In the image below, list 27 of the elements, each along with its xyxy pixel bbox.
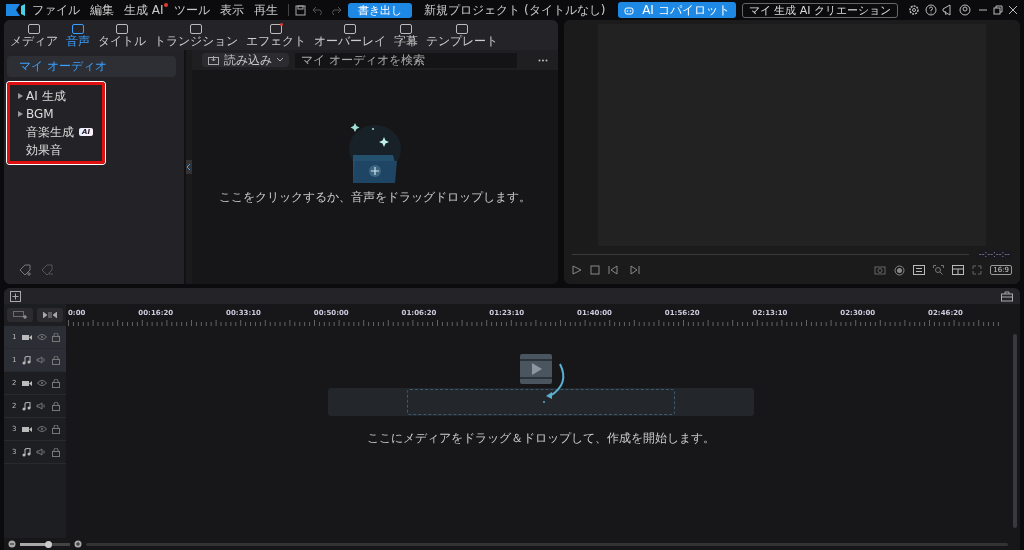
library-tab[interactable]: オーバーレイ [312,22,388,48]
library-tab[interactable]: 音声 [64,22,92,48]
menu-item[interactable]: 編集 [90,1,118,19]
menu-item[interactable]: 再生 [253,1,282,19]
creations-button[interactable]: マイ 生成 AI クリエーション [741,2,898,18]
library-tab[interactable]: エフェクト [244,22,308,48]
menu-item[interactable]: ファイル [32,1,84,19]
import-button[interactable]: 読み込み [202,53,289,67]
sidebar-item[interactable]: マイ オーディオ [7,56,176,77]
drop-hint: ここをクリックするか、音声をドラッグドロップします。 [219,188,531,206]
library-tab[interactable]: トランジション [152,22,240,48]
library-tab[interactable]: テンプレート [424,22,500,48]
sidebar-item[interactable]: 効果音 [10,141,102,159]
window-title: 新規プロジェクト (タイトルなし) [424,1,606,19]
sidebar-item[interactable]: BGM [10,105,102,123]
library-tab[interactable]: タイトル [96,22,148,48]
timecode: --:--:--:-- [976,249,1012,259]
export-button[interactable]: 書き出し [347,2,412,18]
search-field[interactable]: マイ オーディオを検索 [295,52,517,68]
drop-hint: ここにメディアをドラッグ＆ドロップして、作成を開始します。 [366,430,715,447]
sidebar-item[interactable]: AI 生成 [10,87,102,105]
menu-item[interactable]: ツール [173,1,214,19]
copilot-button[interactable]: AI コパイロット [618,2,736,18]
menu-item[interactable]: 表示 [219,1,248,19]
library-tab[interactable]: メディア [8,22,60,48]
menu-item[interactable]: 生成 AI [124,1,168,19]
library-tab[interactable]: 字幕 [392,22,420,48]
